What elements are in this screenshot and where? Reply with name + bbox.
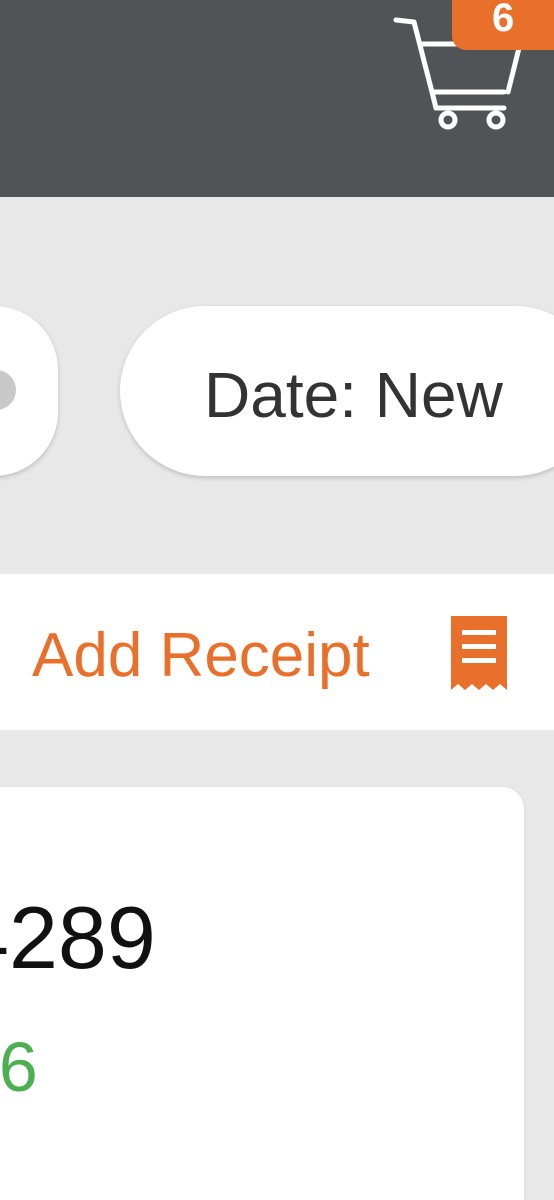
date-sort-pill[interactable]: Date: New (120, 306, 554, 476)
add-receipt-label: Add Receipt (32, 621, 370, 690)
page: 6 Date: New Add Receipt 4289 36 (0, 0, 554, 1200)
date-sort-label: Date: New (204, 359, 503, 431)
app-header: 6 (0, 0, 554, 197)
filter-pill-toggle[interactable] (0, 306, 58, 476)
cart-badge[interactable]: 6 (452, 0, 554, 50)
add-receipt-button[interactable]: Add Receipt (0, 574, 554, 730)
receipt-icon (451, 616, 507, 690)
receipt-number: 4289 (0, 888, 156, 987)
receipt-card[interactable]: 4289 36 (0, 787, 524, 1200)
receipt-amount: 36 (0, 1028, 38, 1106)
toggle-knob (0, 370, 16, 410)
